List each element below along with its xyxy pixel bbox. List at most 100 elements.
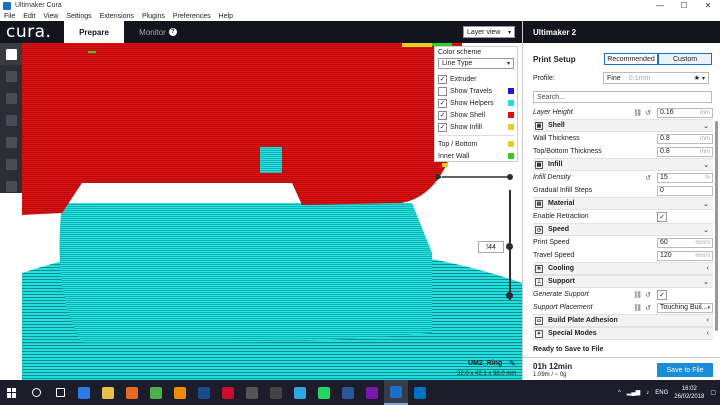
category-infill[interactable]: ▦ Infill ⌄ [533, 158, 713, 171]
clock-date: 26/02/2018 [674, 393, 705, 400]
reset-icon[interactable]: ↺ [645, 291, 651, 299]
category-support[interactable]: ⊥ Support ⌄ [533, 275, 713, 288]
whatsapp-icon [318, 386, 330, 399]
menu-plugins[interactable]: Plugins [138, 13, 169, 20]
start-button[interactable] [0, 380, 24, 405]
option-show-infill[interactable]: ✓ Show Infill [438, 121, 514, 133]
reset-icon[interactable]: ↺ [645, 109, 651, 117]
custom-mode-button[interactable]: Custom [658, 53, 712, 65]
taskbar-calculator[interactable] [240, 380, 264, 405]
taskbar-edge[interactable] [72, 380, 96, 405]
taskbar-vlc[interactable] [168, 380, 192, 405]
recommended-mode-button[interactable]: Recommended [604, 53, 658, 65]
minimize-button[interactable]: — [648, 0, 672, 11]
profile-select[interactable]: Fine - 0.1mm ★ ▾ [603, 72, 709, 84]
tray-chevron-icon[interactable]: ^ [618, 390, 621, 396]
infill-density-input[interactable]: 15% [657, 172, 713, 183]
reset-icon[interactable]: ↺ [645, 304, 651, 312]
menu-file[interactable]: File [0, 13, 19, 20]
support-placement-select[interactable]: Touching Buil... ▾ [657, 302, 713, 313]
show-infill-checkbox[interactable]: ✓ [438, 122, 447, 132]
layer-number-input[interactable]: !44 [478, 241, 504, 253]
option-extruder[interactable]: ✓ Extruder [438, 73, 514, 85]
taskbar-onenote[interactable] [360, 380, 384, 405]
volume-icon[interactable]: ♪ [646, 390, 649, 396]
taskbar-outlook[interactable] [408, 380, 432, 405]
tab-prepare[interactable]: Prepare [64, 21, 124, 43]
chevron-down-icon: ⌄ [703, 161, 709, 169]
travel-speed-input[interactable]: 120 mm/s [657, 250, 713, 261]
enable-retraction-checkbox[interactable]: ✓ [657, 211, 667, 222]
menu-view[interactable]: View [39, 13, 62, 20]
category-cooling[interactable]: ✲ Cooling ‹ [533, 262, 713, 275]
extruder-checkbox[interactable]: ✓ [438, 74, 447, 84]
category-build-plate-adhesion[interactable]: ▭ Build Plate Adhesion ‹ [533, 314, 713, 327]
maximize-button[interactable]: ☐ [672, 0, 696, 11]
category-speed[interactable]: ◷ Speed ⌄ [533, 223, 713, 236]
rotate-tool[interactable] [0, 109, 22, 131]
category-shell[interactable]: ▣ Shell ⌄ [533, 119, 713, 132]
open-file-tool[interactable] [0, 43, 22, 65]
print-speed-input[interactable]: 60 mm/s [657, 237, 713, 248]
link-icon[interactable]: ⛓ [633, 291, 642, 299]
taskbar-task-view[interactable] [48, 380, 72, 405]
taskbar-word[interactable] [336, 380, 360, 405]
save-to-file-button[interactable]: Save to File [657, 363, 713, 377]
printer-header[interactable]: Ultimaker 2 [523, 21, 720, 43]
reset-icon[interactable]: ↺ [645, 174, 651, 182]
layer-height-input[interactable]: 0.16 mm [657, 107, 713, 118]
gradual-infill-input[interactable]: 0 [657, 185, 713, 196]
taskbar-photoshop[interactable] [192, 380, 216, 405]
show-shell-checkbox[interactable]: ✓ [438, 110, 447, 120]
scale-tool[interactable] [0, 87, 22, 109]
mirror-tool[interactable] [0, 131, 22, 153]
taskbar-firefox[interactable] [120, 380, 144, 405]
close-button[interactable]: ✕ [696, 0, 720, 11]
settings-search-input[interactable]: Search... [533, 91, 712, 103]
settings-scrollbar[interactable] [715, 121, 718, 331]
layer-upper-handle[interactable] [506, 243, 513, 250]
infill-icon: ▦ [535, 160, 543, 169]
layer-horizontal-slider[interactable] [436, 173, 514, 181]
menu-preferences[interactable]: Preferences [169, 13, 215, 20]
menu-help[interactable]: Help [215, 13, 237, 20]
category-special-modes[interactable]: ✦ Special Modes ‹ [533, 327, 713, 340]
generate-support-checkbox[interactable]: ✓ [657, 289, 667, 300]
support-blocker-tool[interactable] [0, 175, 22, 197]
language-indicator[interactable]: ENG [655, 390, 668, 396]
wall-thickness-input[interactable]: 0.8 mm [657, 133, 713, 144]
layer-lower-handle[interactable] [506, 292, 513, 299]
taskbar-acrobat[interactable] [216, 380, 240, 405]
menu-extensions[interactable]: Extensions [96, 13, 138, 20]
mirror-icon [5, 136, 17, 148]
taskbar-camera[interactable] [264, 380, 288, 405]
option-show-travels[interactable]: Show Travels [438, 85, 514, 97]
category-material[interactable]: ▤ Material ⌄ [533, 197, 713, 210]
star-icon[interactable]: ★ [694, 74, 700, 82]
view-mode-select[interactable]: Layer view ▾ [463, 26, 515, 38]
menu-settings[interactable]: Settings [62, 13, 95, 20]
clock[interactable]: 16:02 26/02/2018 [674, 385, 704, 401]
taskbar-cura[interactable] [384, 380, 408, 405]
pencil-icon[interactable]: ✎ [509, 359, 516, 368]
per-model-settings-tool[interactable] [0, 153, 22, 175]
menu-edit[interactable]: Edit [19, 13, 39, 20]
setting-enable-retraction: Enable Retraction ✓ [533, 210, 713, 223]
taskbar-telegram[interactable] [288, 380, 312, 405]
show-helpers-checkbox[interactable]: ✓ [438, 98, 447, 108]
tab-monitor[interactable]: Monitor ? [128, 21, 188, 43]
network-icon[interactable]: ▂▄▆ [627, 389, 640, 396]
link-icon[interactable]: ⛓ [633, 109, 642, 117]
move-tool[interactable] [0, 65, 22, 87]
color-scheme-select[interactable]: Line Type ▾ [438, 58, 514, 69]
taskbar-chrome[interactable] [144, 380, 168, 405]
taskbar-search[interactable] [24, 380, 48, 405]
notifications-icon[interactable]: ▢ [710, 389, 716, 396]
link-icon[interactable]: ⛓ [633, 304, 642, 312]
option-show-shell[interactable]: ✓ Show Shell [438, 109, 514, 121]
taskbar-whatsapp[interactable] [312, 380, 336, 405]
topbottom-thickness-input[interactable]: 0.8 mm [657, 146, 713, 157]
taskbar-explorer[interactable] [96, 380, 120, 405]
show-travels-checkbox[interactable] [438, 86, 447, 96]
option-show-helpers[interactable]: ✓ Show Helpers [438, 97, 514, 109]
